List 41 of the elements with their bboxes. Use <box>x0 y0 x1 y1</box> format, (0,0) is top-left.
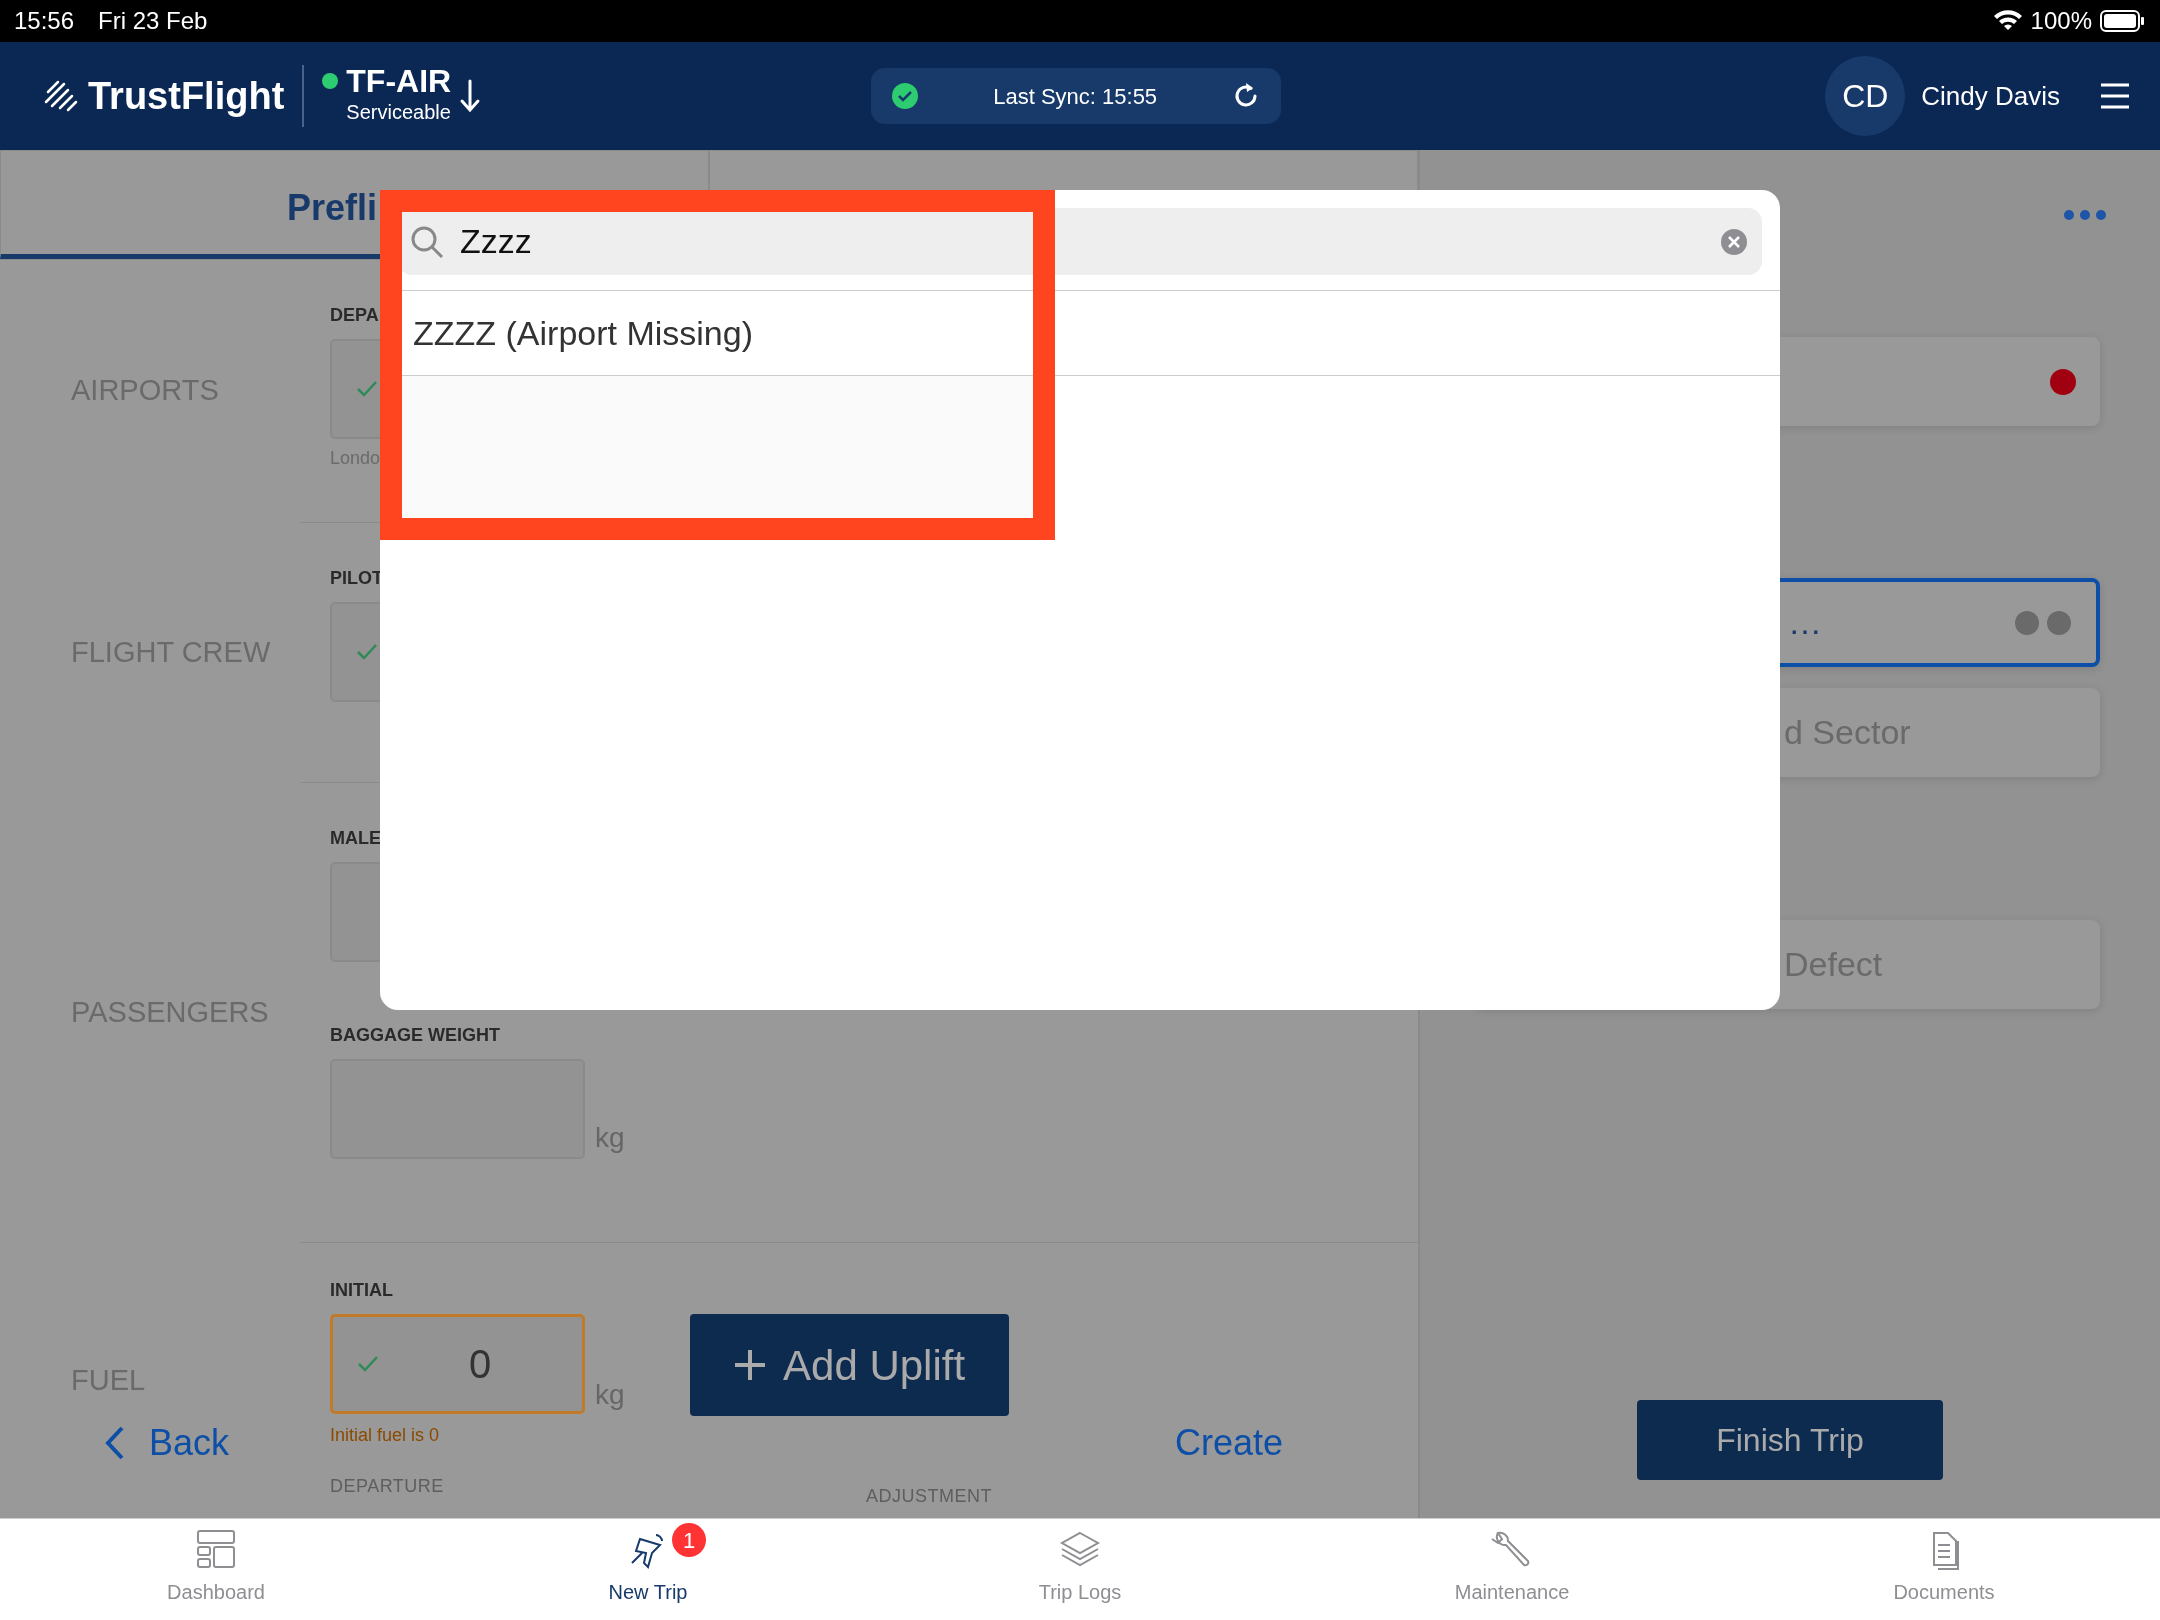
wifi-icon <box>1992 10 2023 32</box>
plus-icon <box>733 1348 768 1382</box>
field-label: INITIAL <box>330 1279 394 1302</box>
status-time: 15:56 <box>14 6 75 36</box>
field-label: BAGGAGE WEIGHT <box>330 1024 501 1047</box>
search-result[interactable]: ZZZZ (Airport Missing) <box>380 290 1780 376</box>
column-header: ADJUSTMENT <box>866 1485 992 1508</box>
menu-icon[interactable] <box>2100 83 2130 109</box>
add-uplift-button[interactable]: Add Uplift <box>689 1314 1009 1416</box>
warning-text: Initial fuel is 0 <box>330 1424 441 1447</box>
aircraft-registration[interactable]: TF-AIR <box>346 65 452 97</box>
back-button[interactable]: Back <box>105 1416 230 1470</box>
finish-trip-button[interactable]: Finish Trip <box>1637 1400 1943 1480</box>
field-label: DEPA <box>330 304 380 327</box>
nav-tab[interactable]: Trip Logs <box>864 1519 1296 1620</box>
column-header: DEPARTURE <box>330 1475 445 1498</box>
field-label: MALE <box>330 827 382 850</box>
user-name: Cindy Davis <box>1921 79 2060 113</box>
field-label: PILOT <box>330 567 384 590</box>
create-button[interactable]: Create <box>1174 1416 1283 1470</box>
nav-tab[interactable]: Maintenance <box>1296 1519 1728 1620</box>
chevron-left-icon <box>105 1426 125 1460</box>
dots-icon <box>2014 609 2072 636</box>
fuel-input-field[interactable]: 0 <box>330 1314 585 1414</box>
clear-icon[interactable] <box>1720 227 1748 256</box>
more-icon[interactable] <box>2063 209 2107 221</box>
nav-tab[interactable]: Documents <box>1728 1519 2160 1620</box>
down-arrow-icon[interactable] <box>459 79 482 113</box>
nav-tab[interactable]: Dashboard <box>0 1519 432 1620</box>
status-dot <box>322 73 339 89</box>
search-icon <box>410 224 444 259</box>
dashboard-icon <box>194 1529 238 1571</box>
user-avatar[interactable]: CD <box>1825 56 1906 136</box>
notification-badge: 1 <box>672 1523 706 1557</box>
brand-name: TrustFlight <box>88 73 285 119</box>
sync-text: Last Sync: 15:55 <box>992 82 1159 111</box>
battery-percent: 100% <box>2030 6 2092 36</box>
status-date: Fri 23 Feb <box>98 6 208 36</box>
battery-icon <box>2100 10 2146 32</box>
aircraft-status: Serviceable <box>346 100 452 125</box>
nav-tab[interactable]: New Trip 1 <box>432 1519 864 1620</box>
